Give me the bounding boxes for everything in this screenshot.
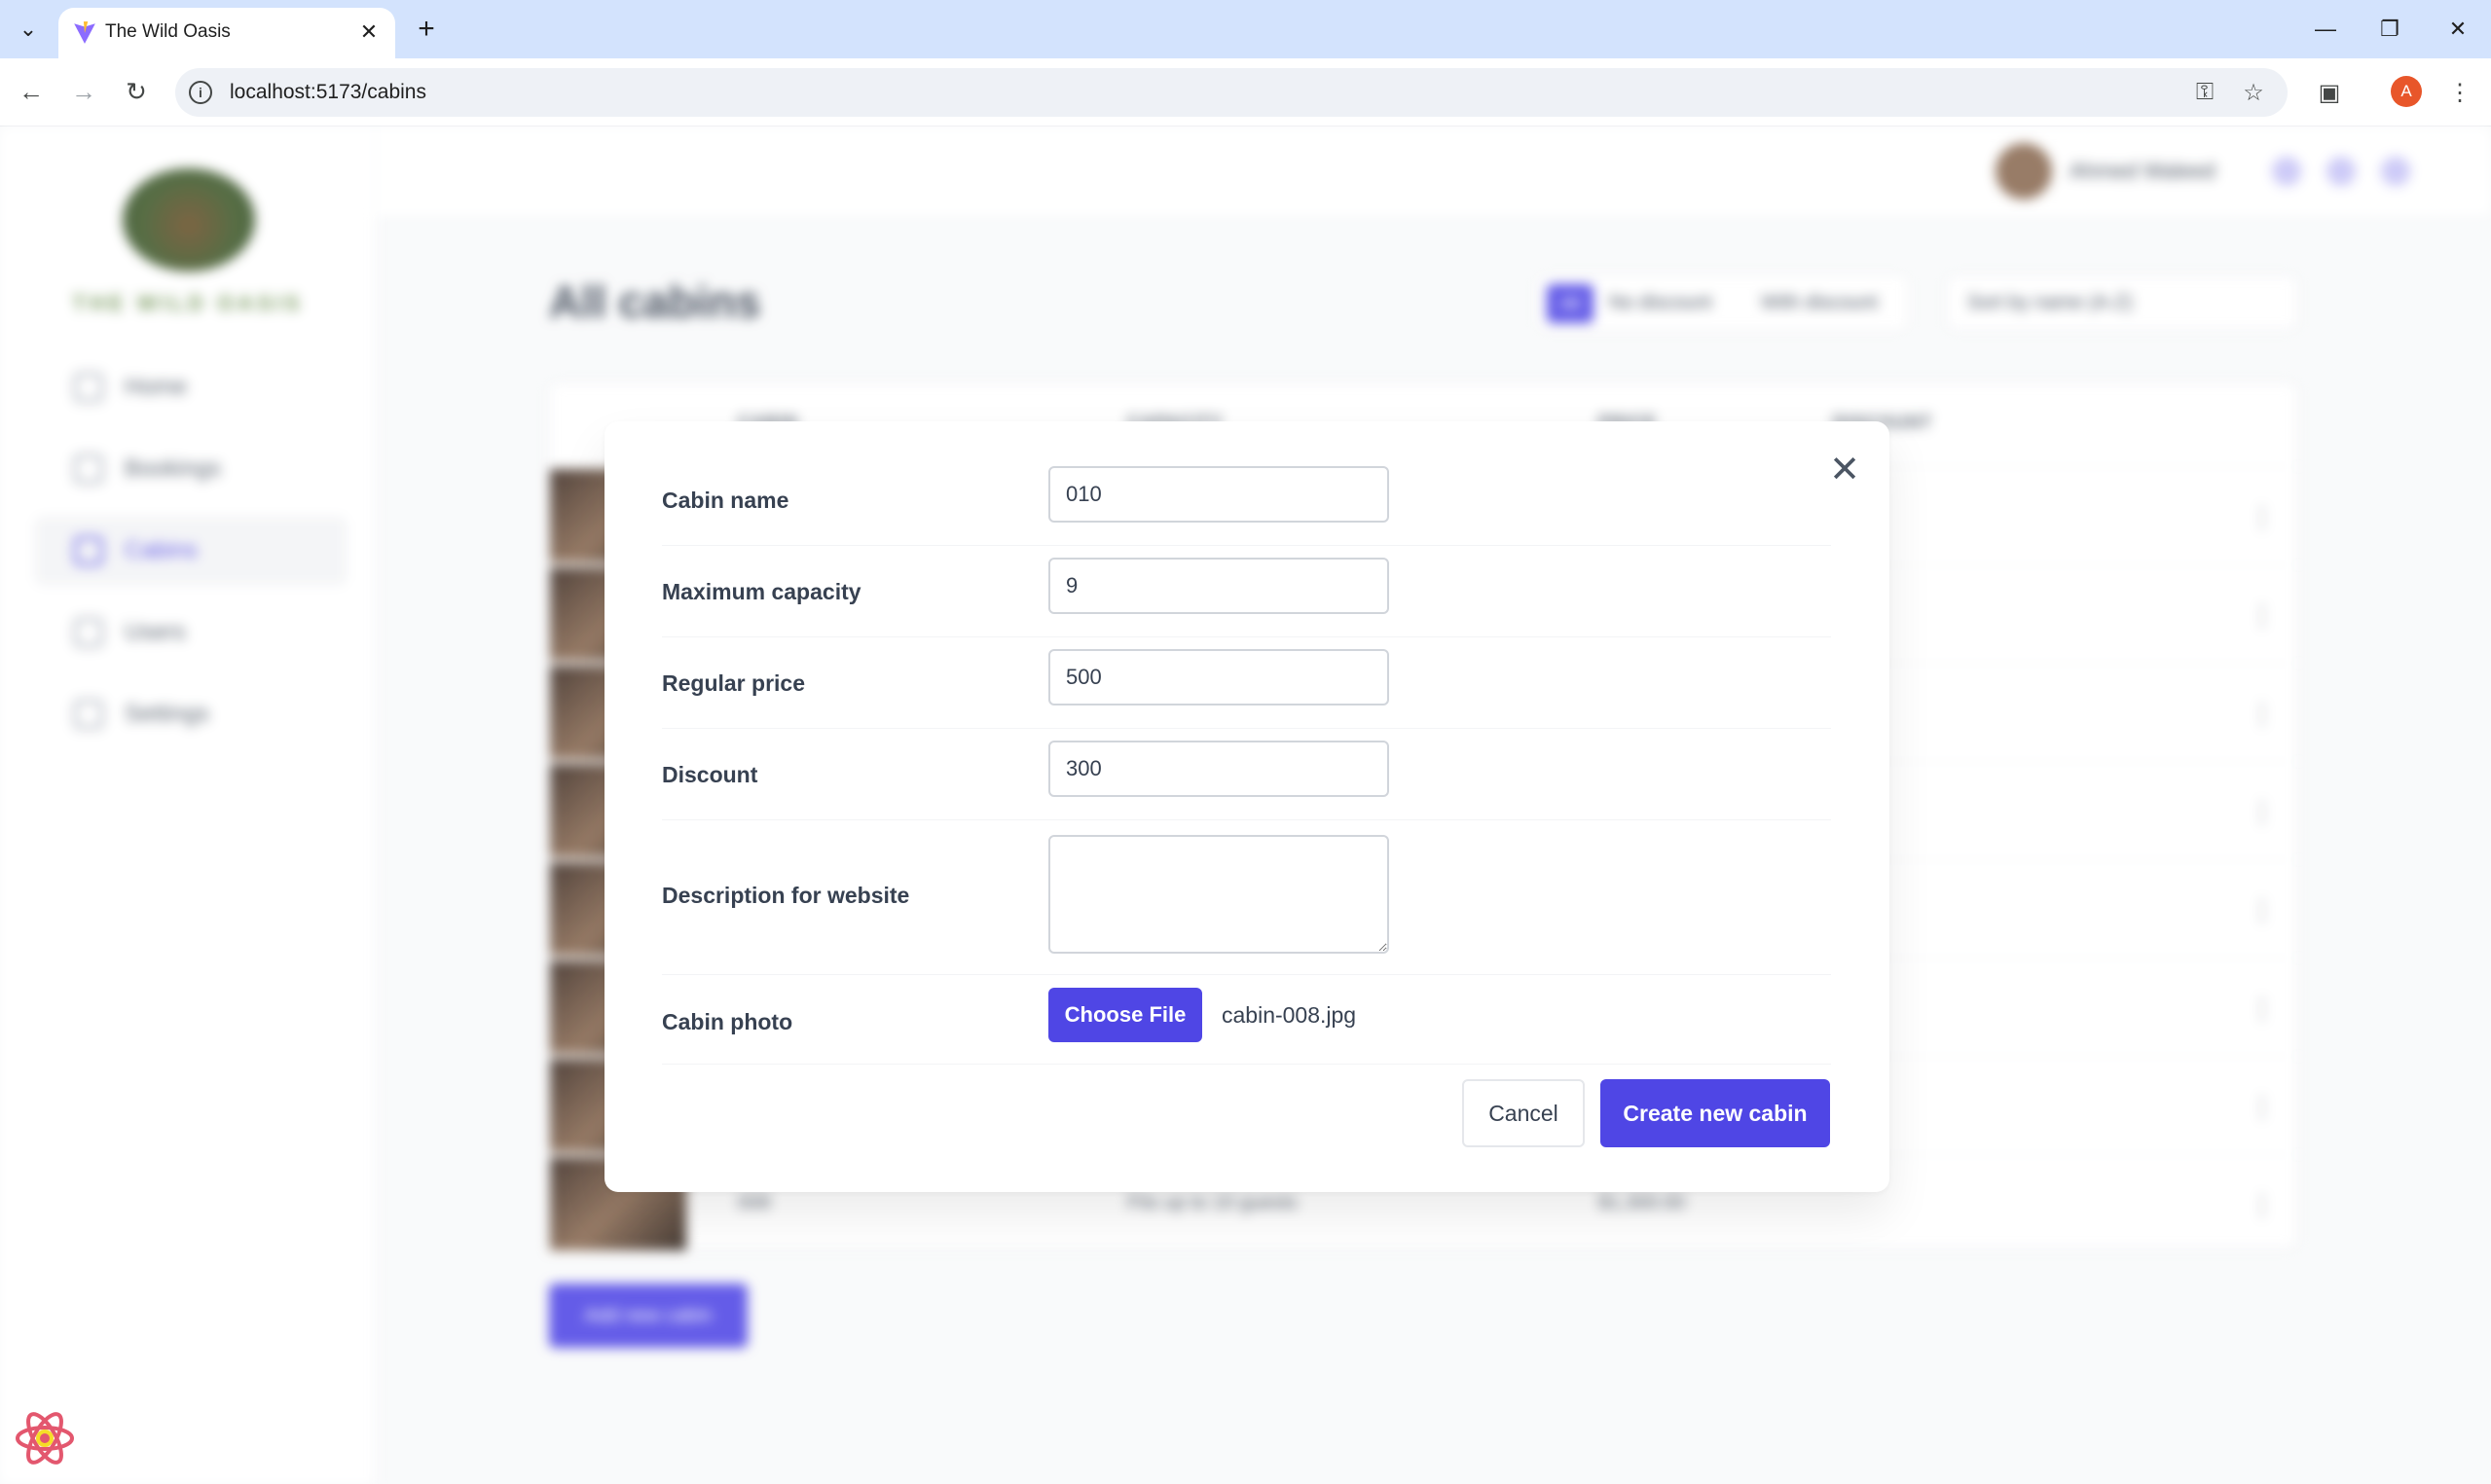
tab-title: The Wild Oasis [105, 21, 231, 42]
discount-label: Discount [662, 762, 758, 787]
cabin-name-input[interactable] [1048, 466, 1389, 523]
cancel-button[interactable]: Cancel [1462, 1079, 1585, 1147]
extensions-icon[interactable]: ▣ [2311, 74, 2348, 111]
regular-price-input[interactable] [1048, 649, 1389, 706]
form-row-max-capacity: Maximum capacity [662, 558, 1831, 637]
forward-icon[interactable]: → [64, 72, 103, 111]
tab-search-chevron-icon[interactable]: ⌄ [12, 13, 45, 46]
browser-menu-icon[interactable]: ⋮ [2441, 74, 2478, 111]
regular-price-label: Regular price [662, 670, 805, 696]
create-cabin-button[interactable]: Create new cabin [1600, 1079, 1830, 1147]
choose-file-button[interactable]: Choose File [1048, 988, 1202, 1042]
cabin-photo-label: Cabin photo [662, 1009, 793, 1034]
max-capacity-input[interactable] [1048, 558, 1389, 614]
discount-input[interactable] [1048, 741, 1389, 797]
browser-tab-bar: ⌄ The Wild Oasis ✕ + — ❐ ✕ [0, 0, 2491, 58]
reload-icon[interactable]: ↻ [117, 72, 156, 111]
description-label: Description for website [662, 883, 910, 908]
vite-favicon-icon [74, 21, 95, 44]
max-capacity-label: Maximum capacity [662, 579, 861, 604]
form-row-discount: Discount [662, 741, 1831, 820]
window-close-icon[interactable]: ✕ [2434, 12, 2482, 47]
browser-toolbar: ← → ↻ i localhost:5173/cabins ⚿ ☆ ▣ A ⋮ [0, 58, 2491, 127]
minimize-icon[interactable]: — [2301, 12, 2350, 47]
form-row-description: Description for website [662, 835, 1831, 975]
back-icon[interactable]: ← [12, 72, 51, 111]
url-text: localhost:5173/cabins [230, 81, 426, 103]
cabin-name-label: Cabin name [662, 488, 789, 513]
form-row-cabin-photo: Cabin photo Choose File cabin-008.jpg [662, 988, 1831, 1065]
form-row-cabin-name: Cabin name [662, 466, 1831, 546]
create-cabin-modal: ✕ Cabin name Maximum capacity Regular pr… [604, 421, 1889, 1192]
profile-avatar[interactable]: A [2391, 76, 2422, 107]
tab-close-icon[interactable]: ✕ [354, 18, 384, 47]
restore-icon[interactable]: ❐ [2365, 12, 2414, 47]
bookmark-star-icon[interactable]: ☆ [2239, 78, 2268, 107]
address-bar[interactable]: i localhost:5173/cabins ⚿ ☆ [175, 68, 2288, 117]
form-row-regular-price: Regular price [662, 649, 1831, 729]
selected-file-name: cabin-008.jpg [1222, 1002, 1357, 1028]
new-tab-icon[interactable]: + [409, 12, 444, 47]
description-textarea[interactable] [1048, 835, 1389, 954]
site-info-icon[interactable]: i [189, 81, 212, 104]
browser-tab[interactable]: The Wild Oasis ✕ [58, 8, 395, 58]
password-key-icon[interactable]: ⚿ [2190, 78, 2219, 107]
